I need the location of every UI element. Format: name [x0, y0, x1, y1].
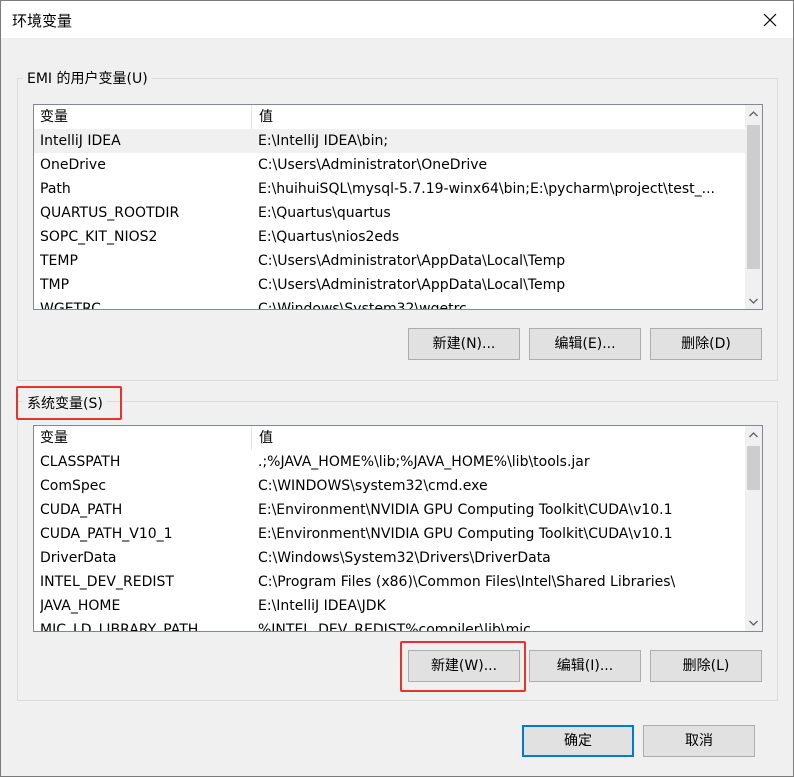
variable-value-cell: C:\Program Files (x86)\Common Files\Inte… — [258, 574, 676, 590]
variable-value-cell: C:\Users\Administrator\OneDrive — [258, 157, 488, 173]
system-delete-button[interactable]: 删除(L) — [650, 650, 762, 682]
scroll-down-button[interactable] — [745, 614, 762, 631]
variable-value-cell: E:\IntelliJ IDEA\JDK — [258, 598, 386, 614]
variable-value-cell: .;%JAVA_HOME%\lib;%JAVA_HOME%\lib\tools.… — [258, 454, 590, 470]
table-row[interactable]: CUDA_PATH E:\Environment\NVIDIA GPU Compu… — [34, 498, 745, 522]
table-row[interactable]: IntelliJ IDEA E:\IntelliJ IDEA\bin; — [34, 129, 745, 153]
variable-value-cell: C:\Windows\System32\wgetrc — [258, 301, 467, 309]
scroll-thumb[interactable] — [747, 125, 760, 269]
user-new-button[interactable]: 新建(N)... — [408, 328, 520, 360]
table-row[interactable]: TMP C:\Users\Administrator\AppData\Local\… — [34, 273, 745, 297]
user-delete-button[interactable]: 删除(D) — [650, 328, 762, 360]
table-row[interactable]: JAVA_HOME E:\IntelliJ IDEA\JDK — [34, 594, 745, 618]
chevron-up-icon — [749, 110, 758, 116]
variable-name-cell: Path — [40, 181, 71, 197]
system-edit-button[interactable]: 编辑(I)... — [529, 650, 641, 682]
variable-name-cell: OneDrive — [40, 157, 106, 173]
table-row[interactable]: TEMP C:\Users\Administrator\AppData\Local… — [34, 249, 745, 273]
system-vars-list-body: CLASSPATH .;%JAVA_HOME%\lib;%JAVA_HOME%\l… — [34, 450, 745, 631]
user-vars-list-header: 变量 值 — [34, 105, 745, 129]
table-row[interactable]: Path E:\huihuiSQL\mysql-5.7.19-winx64\bin… — [34, 177, 745, 201]
variable-value-cell: E:\Environment\NVIDIA GPU Computing Tool… — [258, 526, 673, 542]
variable-name-cell: SOPC_KIT_NIOS2 — [40, 229, 158, 245]
column-header-value[interactable]: 值 — [253, 426, 273, 450]
scroll-thumb[interactable] — [747, 446, 760, 490]
user-vars-scrollbar[interactable] — [745, 105, 762, 309]
system-vars-scrollbar[interactable] — [745, 426, 762, 631]
variable-value-cell: E:\huihuiSQL\mysql-5.7.19-winx64\bin;E:\… — [258, 181, 716, 197]
table-row[interactable]: MIC_LD_LIBRARY_PATH %INTEL_DEV_REDIST%com… — [34, 618, 745, 631]
window-title: 环境变量 — [12, 12, 73, 30]
variable-name-cell: JAVA_HOME — [40, 598, 121, 614]
user-vars-list-body: IntelliJ IDEA E:\IntelliJ IDEA\bin; OneDri… — [34, 129, 745, 309]
variable-value-cell: E:\Quartus\nios2eds — [258, 229, 400, 245]
variable-name-cell: CUDA_PATH_V10_1 — [40, 526, 173, 542]
title-bar: 环境变量 — [1, 1, 793, 38]
close-button[interactable] — [747, 1, 793, 38]
variable-name-cell: ComSpec — [40, 478, 107, 494]
chevron-up-icon — [749, 431, 758, 437]
column-header-variable[interactable]: 变量 — [34, 105, 252, 129]
variable-name-cell: TMP — [40, 277, 70, 293]
environment-variables-dialog: 环境变量 EMI 的用户变量(U) 变量 值 IntelliJ IDEA E:\I… — [0, 0, 794, 777]
variable-name-cell: INTEL_DEV_REDIST — [40, 574, 174, 590]
variable-name-cell: WGETRC — [40, 301, 101, 309]
chevron-down-icon — [749, 620, 758, 626]
close-icon — [763, 13, 777, 26]
scroll-down-button[interactable] — [745, 292, 762, 309]
variable-name-cell: TEMP — [40, 253, 78, 269]
system-vars-list[interactable]: 变量 值 CLASSPATH .;%JAVA_HOME%\lib;%JAVA_HO… — [33, 425, 763, 632]
column-header-value[interactable]: 值 — [253, 105, 273, 129]
table-row[interactable]: ComSpec C:\WINDOWS\system32\cmd.exe — [34, 474, 745, 498]
scroll-up-button[interactable] — [745, 426, 762, 443]
ok-button[interactable]: 确定 — [522, 725, 634, 757]
variable-value-cell: C:\Users\Administrator\AppData\Local\Tem… — [258, 277, 566, 293]
variable-value-cell: %INTEL_DEV_REDIST%compiler\lib\mic — [258, 622, 531, 631]
variable-name-cell: CUDA_PATH — [40, 502, 123, 518]
user-vars-list[interactable]: 变量 值 IntelliJ IDEA E:\IntelliJ IDEA\bin; O… — [33, 104, 763, 310]
scroll-up-button[interactable] — [745, 105, 762, 122]
variable-name-cell: IntelliJ IDEA — [40, 133, 121, 149]
table-row[interactable]: CLASSPATH .;%JAVA_HOME%\lib;%JAVA_HOME%\l… — [34, 450, 745, 474]
variable-value-cell: E:\Environment\NVIDIA GPU Computing Tool… — [258, 502, 673, 518]
variable-name-cell: CLASSPATH — [40, 454, 121, 470]
variable-value-cell: E:\Quartus\quartus — [258, 205, 391, 221]
chevron-down-icon — [749, 298, 758, 304]
table-row[interactable]: QUARTUS_ROOTDIR E:\Quartus\quartus — [34, 201, 745, 225]
user-edit-button[interactable]: 编辑(E)... — [529, 328, 641, 360]
variable-value-cell: E:\IntelliJ IDEA\bin; — [258, 133, 389, 149]
user-vars-group-label: EMI 的用户变量(U) — [23, 70, 152, 88]
table-row[interactable]: INTEL_DEV_REDIST C:\Program Files (x86)\C… — [34, 570, 745, 594]
variable-name-cell: DriverData — [40, 550, 117, 566]
variable-value-cell: C:\WINDOWS\system32\cmd.exe — [258, 478, 488, 494]
table-row[interactable]: CUDA_PATH_V10_1 E:\Environment\NVIDIA GPU… — [34, 522, 745, 546]
variable-name-cell: QUARTUS_ROOTDIR — [40, 205, 180, 221]
variable-value-cell: C:\Users\Administrator\AppData\Local\Tem… — [258, 253, 566, 269]
column-header-variable[interactable]: 变量 — [34, 426, 252, 450]
cancel-button[interactable]: 取消 — [643, 725, 755, 757]
variable-value-cell: C:\Windows\System32\Drivers\DriverData — [258, 550, 551, 566]
table-row[interactable]: DriverData C:\Windows\System32\Drivers\Dr… — [34, 546, 745, 570]
table-row[interactable]: SOPC_KIT_NIOS2 E:\Quartus\nios2eds — [34, 225, 745, 249]
variable-name-cell: MIC_LD_LIBRARY_PATH — [40, 622, 199, 631]
system-new-button-highlight — [400, 641, 526, 692]
table-row[interactable]: OneDrive C:\Users\Administrator\OneDrive — [34, 153, 745, 177]
system-vars-list-header: 变量 值 — [34, 426, 745, 450]
system-vars-label-highlight — [16, 386, 122, 420]
table-row[interactable]: WGETRC C:\Windows\System32\wgetrc — [34, 297, 745, 309]
